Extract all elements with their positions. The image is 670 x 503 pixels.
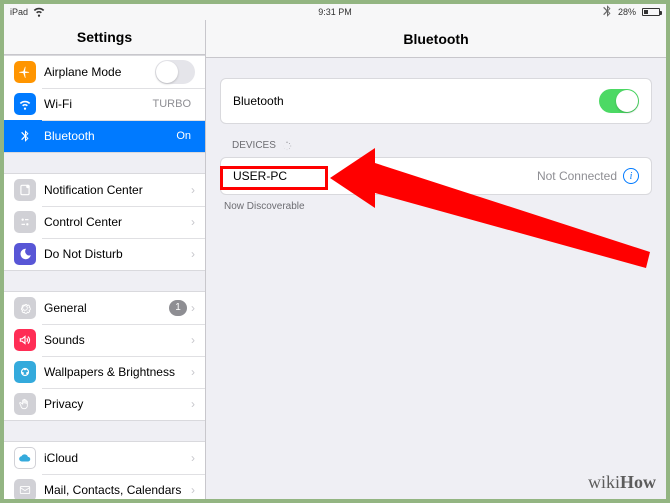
sidebar-item-label: Sounds	[44, 333, 191, 347]
status-bar: iPad 9:31 PM 28%	[4, 4, 666, 20]
sidebar-item-airplane[interactable]: Airplane Mode	[4, 56, 205, 88]
discoverable-text: Now Discoverable	[220, 195, 305, 212]
sidebar-title: Settings	[4, 20, 205, 55]
wifi-status-icon	[32, 4, 46, 20]
gear-icon	[14, 297, 36, 319]
wallpaper-icon	[14, 361, 36, 383]
sidebar-item-label: Bluetooth	[44, 129, 176, 143]
bluetooth-toggle-row[interactable]: Bluetooth	[221, 79, 651, 123]
chevron-right-icon: ›	[191, 365, 195, 379]
sidebar-item-label: Notification Center	[44, 183, 191, 197]
sidebar-item-mail[interactable]: Mail, Contacts, Calendars›	[4, 474, 205, 499]
sidebar-item-bluetooth[interactable]: BluetoothOn	[4, 120, 205, 152]
chevron-right-icon: ›	[191, 333, 195, 347]
sidebar-item-label: Wi-Fi	[44, 97, 153, 111]
sidebar-item-controlcenter[interactable]: Control Center›	[4, 206, 205, 238]
sidebar-item-privacy[interactable]: Privacy›	[4, 388, 205, 420]
airplane-icon	[14, 61, 36, 83]
moon-icon	[14, 243, 36, 265]
notif-icon	[14, 179, 36, 201]
chevron-right-icon: ›	[191, 247, 195, 261]
clock: 9:31 PM	[318, 7, 352, 17]
sidebar-item-detail: On	[176, 130, 191, 142]
bluetooth-toggle[interactable]	[599, 89, 639, 113]
mail-icon	[14, 479, 36, 499]
sidebar-item-label: Mail, Contacts, Calendars	[44, 483, 191, 497]
annotation-highlight	[220, 166, 328, 190]
battery-percent: 28%	[618, 7, 636, 17]
wikihow-watermark: wikiHow	[588, 472, 656, 493]
sidebar-item-icloud[interactable]: iCloud›	[4, 442, 205, 474]
sidebar-item-notifications[interactable]: Notification Center›	[4, 174, 205, 206]
chevron-right-icon: ›	[191, 215, 195, 229]
sidebar-item-label: Wallpapers & Brightness	[44, 365, 191, 379]
sidebar-item-detail: TURBO	[153, 98, 192, 110]
sidebar-item-dnd[interactable]: Do Not Disturb›	[4, 238, 205, 270]
hand-icon	[14, 393, 36, 415]
sidebar-item-label: Airplane Mode	[44, 65, 155, 79]
airplane-toggle[interactable]	[155, 60, 195, 84]
device-label: iPad	[10, 7, 28, 17]
bluetooth-icon	[14, 125, 36, 147]
bluetooth-status-icon	[600, 4, 614, 20]
chevron-right-icon: ›	[191, 301, 195, 315]
chevron-right-icon: ›	[191, 397, 195, 411]
sidebar-item-wallpapers[interactable]: Wallpapers & Brightness›	[4, 356, 205, 388]
chevron-right-icon: ›	[191, 483, 195, 497]
sounds-icon	[14, 329, 36, 351]
sidebar-item-label: Control Center	[44, 215, 191, 229]
chevron-right-icon: ›	[191, 451, 195, 465]
bluetooth-toggle-label: Bluetooth	[233, 94, 599, 108]
sidebar-item-general[interactable]: General1 ›	[4, 292, 205, 324]
chevron-right-icon: ›	[191, 183, 195, 197]
sidebar-item-label: Do Not Disturb	[44, 247, 191, 261]
content-title: Bluetooth	[206, 20, 666, 58]
sidebar-item-label: Privacy	[44, 397, 191, 411]
wifi-icon	[14, 93, 36, 115]
sidebar-item-wifi[interactable]: Wi-FiTURBO	[4, 88, 205, 120]
settings-sidebar: Settings Airplane ModeWi-FiTURBOBluetoot…	[4, 20, 206, 499]
bluetooth-toggle-group: Bluetooth	[220, 78, 652, 124]
sidebar-item-label: iCloud	[44, 451, 191, 465]
battery-icon	[640, 8, 660, 16]
sidebar-item-sounds[interactable]: Sounds›	[4, 324, 205, 356]
badge: 1	[169, 300, 187, 316]
spinner-icon	[282, 141, 292, 151]
sidebar-item-label: General	[44, 301, 169, 315]
bluetooth-pane: Bluetooth Bluetooth DEVICES USER-	[206, 20, 666, 499]
cloud-icon	[14, 447, 36, 469]
control-icon	[14, 211, 36, 233]
annotation-arrow	[330, 130, 660, 290]
